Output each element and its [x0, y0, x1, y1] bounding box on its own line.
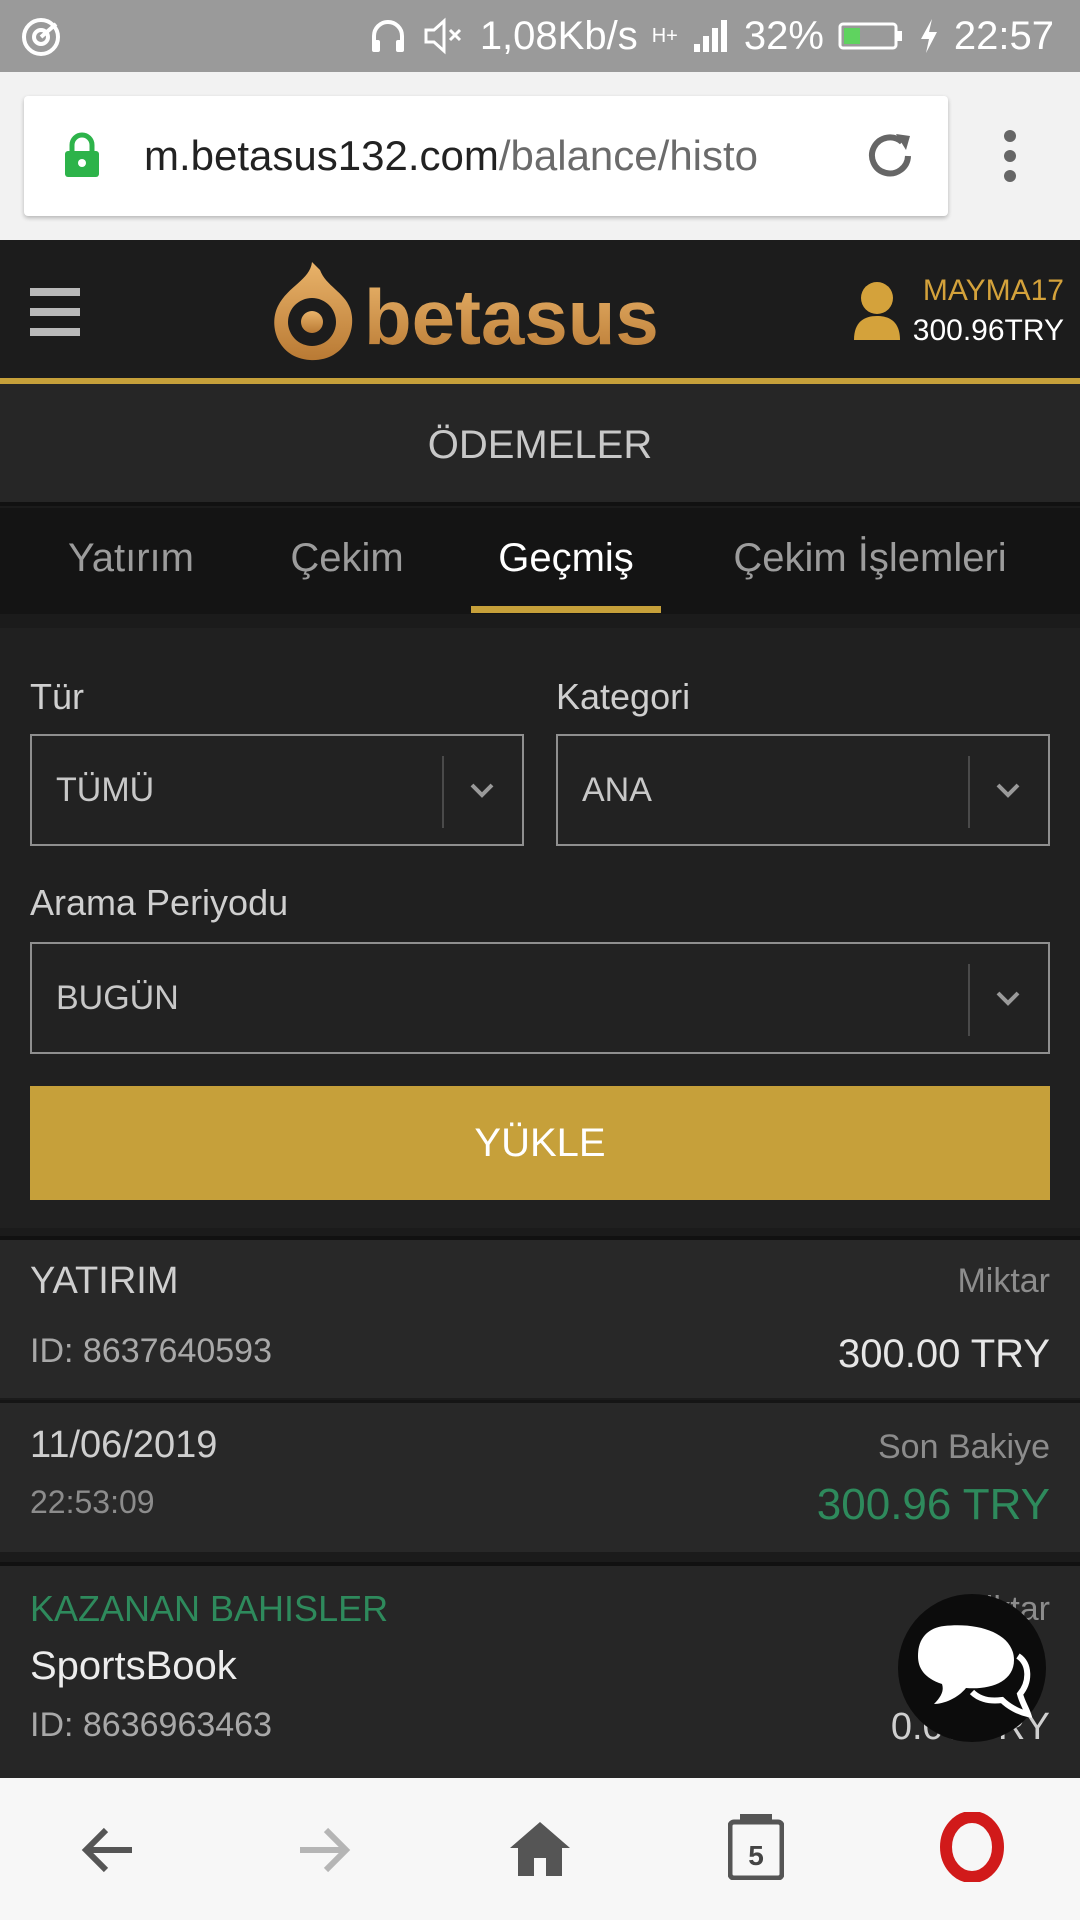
- select-divider: [968, 964, 970, 1036]
- url-path: /balance/histo: [498, 132, 759, 179]
- transaction-id: ID: 8636963463: [30, 1706, 272, 1744]
- lock-icon: [62, 132, 102, 180]
- chevron-down-icon: [988, 978, 1028, 1018]
- transaction-type: YATIRIM: [30, 1260, 179, 1302]
- headphones-icon: [368, 16, 408, 56]
- type-select[interactable]: TÜMÜ: [30, 734, 524, 846]
- select-divider: [968, 756, 970, 828]
- address-bar[interactable]: m.betasus132.com/balance/histo: [24, 96, 948, 216]
- home-icon[interactable]: [508, 1818, 572, 1878]
- url-host: m.betasus132.com: [144, 132, 499, 179]
- logo-text: betasus: [364, 273, 659, 361]
- type-label: Tür: [30, 676, 84, 717]
- user-icon[interactable]: [852, 280, 902, 342]
- hamburger-menu-icon[interactable]: [30, 288, 80, 336]
- betasus-logo[interactable]: betasus: [260, 256, 684, 368]
- chat-bubbles-icon: [914, 1620, 1032, 1720]
- mute-icon: [422, 16, 466, 56]
- reload-icon[interactable]: [862, 128, 918, 184]
- transaction-type: KAZANAN BAHISLER: [30, 1588, 389, 1629]
- browser-menu-icon[interactable]: [1000, 128, 1020, 184]
- period-select[interactable]: BUGÜN: [30, 942, 1050, 1054]
- category-select-value: ANA: [582, 771, 652, 809]
- arrow-left-icon[interactable]: [80, 1822, 136, 1878]
- transaction-amount: 300.00 TRY: [837, 1332, 1050, 1376]
- signal-icon: [692, 18, 730, 54]
- notification-icon: [20, 16, 62, 58]
- amount-label: Miktar: [957, 1262, 1050, 1300]
- tab-withdraw-operations[interactable]: Çekim İşlemleri: [712, 508, 1028, 614]
- browser-bottom-nav: 5: [0, 1778, 1080, 1920]
- transaction-source: SportsBook: [30, 1644, 237, 1688]
- type-select-value: TÜMÜ: [56, 771, 155, 809]
- browser-toolbar: m.betasus132.com/balance/histo: [0, 72, 1080, 240]
- chevron-down-icon: [988, 770, 1028, 810]
- payment-tabs: Yatırım Çekim Geçmiş Çekim İşlemleri: [0, 508, 1080, 614]
- arrow-right-icon[interactable]: [296, 1822, 352, 1878]
- period-label: Arama Periyodu: [30, 882, 289, 923]
- last-balance: 300.96 TRY: [816, 1480, 1050, 1529]
- username[interactable]: MAYMA17: [923, 274, 1064, 308]
- load-button[interactable]: YÜKLE: [30, 1086, 1050, 1200]
- tab-deposit[interactable]: Yatırım: [40, 508, 222, 614]
- period-select-value: BUGÜN: [56, 979, 179, 1017]
- battery-icon: [838, 20, 904, 52]
- category-label: Kategori: [556, 676, 691, 717]
- user-balance: 300.96TRY: [912, 314, 1064, 347]
- balance-label: Son Bakiye: [878, 1428, 1050, 1466]
- status-bar: 1,08Kb/s H+ 32% 22:57: [0, 0, 1080, 72]
- tab-withdraw[interactable]: Çekim: [270, 508, 424, 614]
- chevron-down-icon: [462, 770, 502, 810]
- network-speed: 1,08Kb/s: [479, 13, 638, 58]
- network-type: H+: [651, 24, 678, 47]
- tab-count: 5: [748, 1840, 764, 1871]
- live-chat-button[interactable]: [898, 1594, 1046, 1742]
- select-divider: [442, 756, 444, 828]
- charging-icon: [918, 17, 940, 55]
- opera-logo-icon[interactable]: [940, 1812, 1004, 1882]
- active-tab-indicator: [471, 606, 661, 613]
- page-title: ÖDEMELER: [0, 384, 1080, 506]
- tab-history[interactable]: Geçmiş: [471, 508, 661, 614]
- transaction-time: 22:53:09: [30, 1484, 155, 1520]
- clock: 22:57: [953, 13, 1054, 58]
- site-header: betasus: [0, 240, 1080, 380]
- transaction-id: ID: 8637640593: [30, 1332, 272, 1370]
- battery-percent: 32%: [743, 13, 824, 58]
- url-text[interactable]: m.betasus132.com/balance/histo: [144, 96, 856, 216]
- category-select[interactable]: ANA: [556, 734, 1050, 846]
- transaction-date: 11/06/2019: [30, 1424, 218, 1466]
